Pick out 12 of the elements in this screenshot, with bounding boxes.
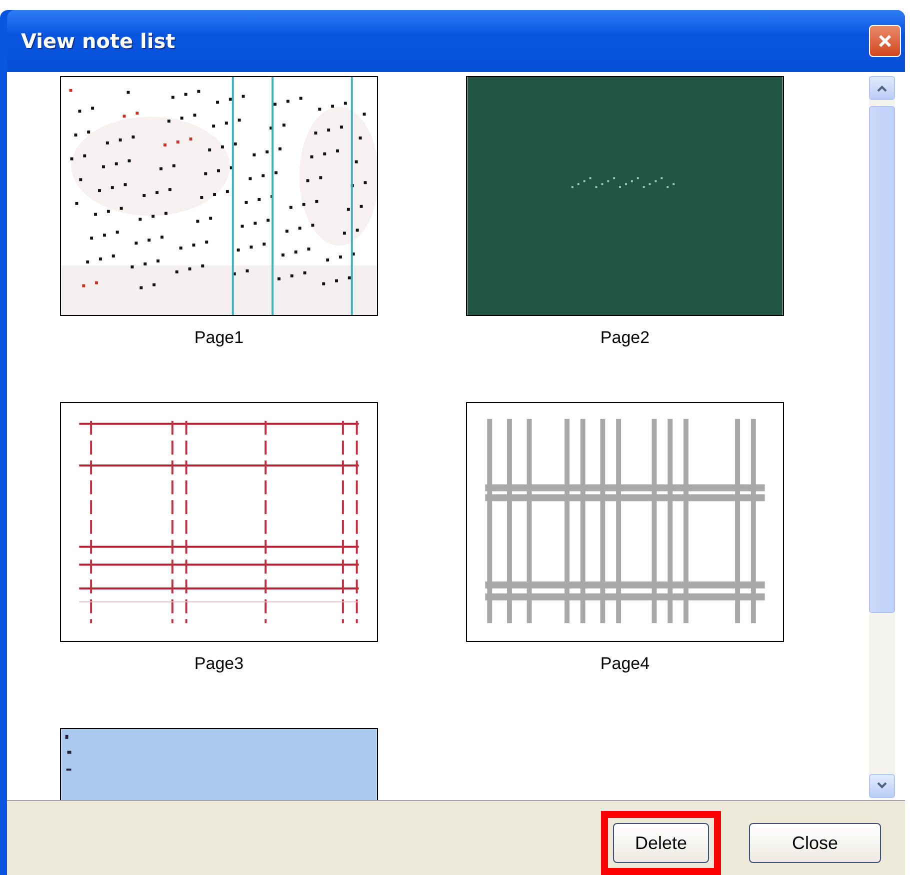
page-label: Page3: [194, 654, 244, 674]
close-button[interactable]: [869, 25, 901, 57]
scroll-down-button[interactable]: [869, 774, 895, 798]
dialog-button[interactable]: Delete: [613, 823, 709, 863]
scrollbar[interactable]: [869, 76, 895, 798]
page-label: Page4: [600, 654, 650, 674]
scroll-thumb[interactable]: [869, 106, 895, 613]
page-label: Page2: [600, 328, 650, 348]
dialog-button[interactable]: Close: [749, 823, 881, 863]
page-label: Page1: [194, 328, 244, 348]
scroll-up-button[interactable]: [869, 76, 895, 100]
window-title: View note list: [21, 29, 176, 53]
